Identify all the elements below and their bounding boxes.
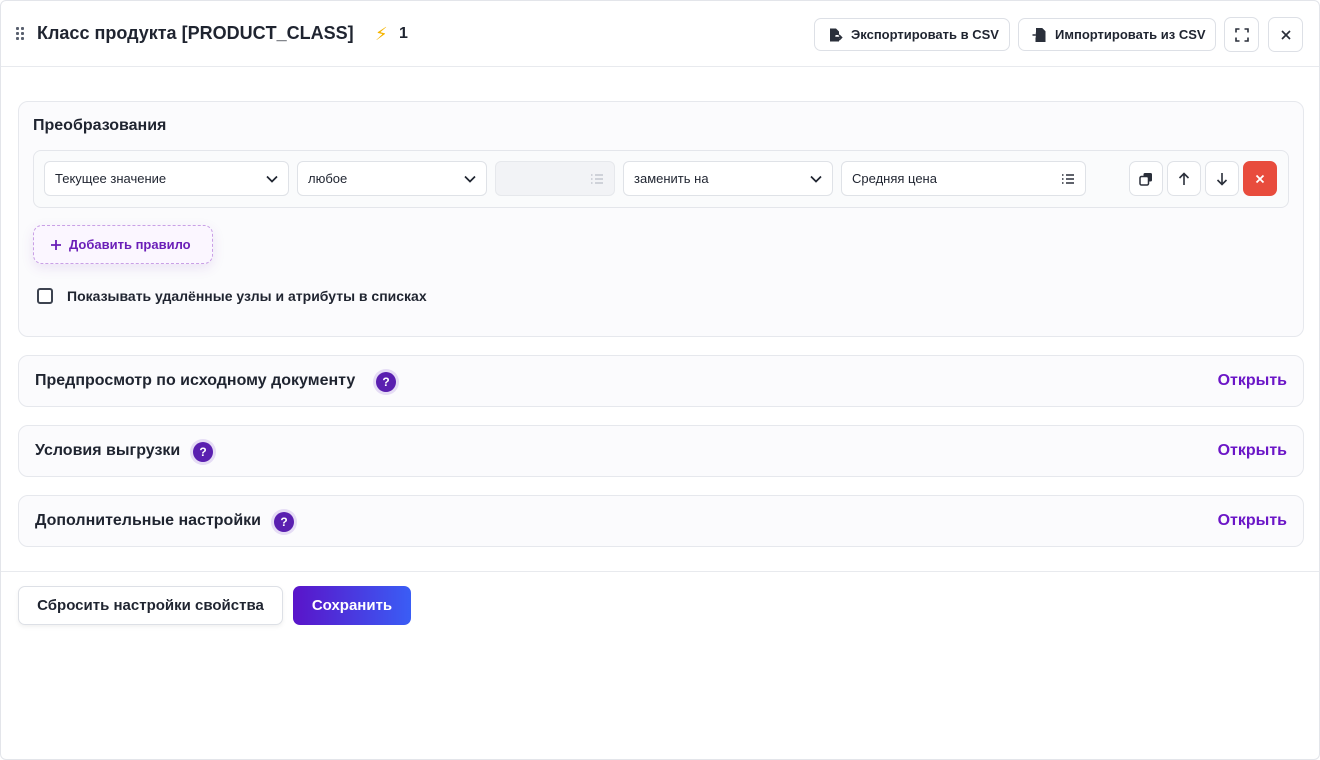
duplicate-rule-button[interactable] <box>1129 161 1163 196</box>
export-csv-button[interactable]: Экспортировать в CSV <box>814 18 1010 51</box>
source-value: Текущее значение <box>55 171 167 186</box>
fullscreen-button[interactable] <box>1224 17 1259 52</box>
open-link[interactable]: Открыть <box>1218 442 1287 460</box>
drag-handle-icon[interactable] <box>16 27 26 41</box>
condition-select[interactable]: любое <box>297 161 487 196</box>
transforms-title: Преобразования <box>33 117 167 134</box>
list-icon[interactable] <box>1061 172 1075 186</box>
transforms-panel: Преобразования Текущее значение любое за… <box>18 101 1304 337</box>
add-rule-label: Добавить правило <box>69 237 191 252</box>
target-field[interactable]: Средняя цена <box>841 161 1086 196</box>
close-icon <box>1280 29 1291 40</box>
section-title: Предпросмотр по исходному документу <box>35 372 356 389</box>
section-advanced-settings[interactable]: Дополнительные настройки ? Открыть <box>18 495 1304 547</box>
import-csv-button[interactable]: Импортировать из CSV <box>1018 18 1216 51</box>
show-deleted-checkbox[interactable] <box>37 288 53 304</box>
move-up-button[interactable] <box>1167 161 1201 196</box>
arrow-up-icon <box>1178 171 1190 185</box>
show-deleted-toggle[interactable]: Показывать удалённые узлы и атрибуты в с… <box>37 288 427 304</box>
action-select[interactable]: заменить на <box>623 161 833 196</box>
delete-rule-button[interactable] <box>1243 161 1277 196</box>
footer-divider <box>1 571 1319 572</box>
expand-icon <box>1234 27 1249 42</box>
page-title: Класс продукта [PRODUCT_CLASS] <box>37 23 354 43</box>
close-icon <box>1255 174 1265 183</box>
modal-window: Класс продукта [PRODUCT_CLASS] ⚡ 1 Экспо… <box>0 0 1320 760</box>
action-value: заменить на <box>634 171 709 186</box>
import-csv-label: Импортировать из CSV <box>1055 27 1206 42</box>
list-icon <box>591 174 603 184</box>
target-value: Средняя цена <box>852 171 937 186</box>
plus-icon <box>51 239 61 250</box>
transform-rule-row: Текущее значение любое заменить на Средн… <box>33 150 1289 208</box>
chevron-down-icon <box>464 175 476 183</box>
modal-header: Класс продукта [PRODUCT_CLASS] ⚡ 1 Экспо… <box>1 1 1319 67</box>
import-icon <box>1032 27 1046 42</box>
export-icon <box>830 28 843 41</box>
section-title: Условия выгрузки <box>35 442 181 459</box>
condition-value-field <box>495 161 615 196</box>
bolt-icon: ⚡ <box>375 24 388 44</box>
source-select[interactable]: Текущее значение <box>44 161 289 196</box>
copy-icon <box>1139 172 1152 186</box>
arrow-down-icon <box>1216 172 1228 186</box>
reset-settings-button[interactable]: Сбросить настройки свойства <box>18 586 283 625</box>
section-export-conditions[interactable]: Условия выгрузки ? Открыть <box>18 425 1304 477</box>
condition-value: любое <box>308 171 348 186</box>
chevron-down-icon <box>266 175 278 183</box>
usage-count: 1 <box>399 25 408 42</box>
export-csv-label: Экспортировать в CSV <box>851 27 999 42</box>
close-button[interactable] <box>1268 17 1303 52</box>
help-icon[interactable]: ? <box>193 442 213 462</box>
section-title: Дополнительные настройки <box>35 512 261 529</box>
section-preview[interactable]: Предпросмотр по исходному документу ? От… <box>18 355 1304 407</box>
show-deleted-label: Показывать удалённые узлы и атрибуты в с… <box>67 288 427 304</box>
help-icon[interactable]: ? <box>376 372 396 392</box>
add-rule-button[interactable]: Добавить правило <box>33 225 213 264</box>
move-down-button[interactable] <box>1205 161 1239 196</box>
open-link[interactable]: Открыть <box>1218 372 1287 390</box>
save-button[interactable]: Сохранить <box>293 586 411 625</box>
help-icon[interactable]: ? <box>274 512 294 532</box>
chevron-down-icon <box>810 175 822 183</box>
open-link[interactable]: Открыть <box>1218 512 1287 530</box>
